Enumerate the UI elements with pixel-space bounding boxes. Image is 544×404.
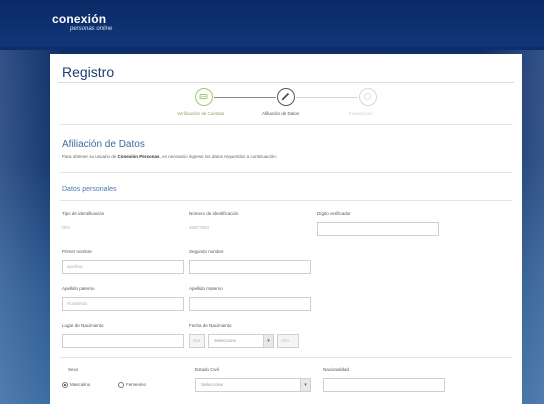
affiliation-title: Afiliación de Datos: [62, 139, 145, 150]
birthdate-year-select[interactable]: Año: [277, 334, 299, 348]
affiliation-divider: [60, 172, 512, 173]
birthdate-month-select[interactable]: Seleccione ▾: [208, 334, 274, 348]
sex-female-label: Femenino: [126, 382, 147, 387]
logo-tagline: personas online: [70, 26, 113, 32]
flag-icon: [364, 93, 371, 100]
birthplace-label: Lugar de Nacimiento: [62, 323, 104, 328]
page-title: Registro: [62, 64, 115, 80]
step-connector-1: [214, 97, 276, 98]
personal-data-title: Datos personales: [62, 186, 117, 193]
logo[interactable]: conexión: [52, 12, 106, 26]
sex-radio-male[interactable]: [62, 382, 68, 388]
affiliation-description: Para obtener su usuario de Conexión Pers…: [62, 154, 277, 159]
nationality-label: Nacionalidad: [323, 367, 350, 372]
chevron-down-icon: ▾: [300, 379, 310, 391]
row-divider: [60, 357, 512, 358]
top-header: conexión personas online: [0, 0, 544, 46]
desc-bold: Conexión Personas: [117, 154, 160, 159]
sex-radio-female[interactable]: [118, 382, 124, 388]
step-2-circle: [277, 88, 295, 106]
step-3-label: Finalización: [349, 111, 373, 116]
stepper-divider: [60, 124, 512, 125]
nationality-input[interactable]: [323, 378, 445, 392]
desc-prefix: Para obtener su usuario de: [62, 154, 118, 159]
first-name-label: Primer nombre: [62, 249, 92, 254]
step-1-label: Verificación de Cuentas: [177, 111, 225, 116]
birthdate-label: Fecha de Nacimiento: [189, 323, 232, 328]
desc-suffix: , es necesario ingrese los datos requeri…: [159, 154, 277, 159]
maternal-surname-input[interactable]: [189, 297, 311, 311]
second-name-label: Segundo nombre: [189, 249, 224, 254]
registration-card: Registro Verificación de Cuentas Afiliac…: [50, 54, 522, 404]
second-name-input[interactable]: [189, 260, 311, 274]
marital-status-label: Estado Civil: [195, 367, 219, 372]
step-2-label: Afiliación de Datos: [262, 111, 300, 116]
pencil-icon: [281, 92, 290, 101]
step-1-circle: [195, 88, 213, 106]
id-type-label: Tipo de identificación: [62, 211, 105, 216]
personal-data-divider: [60, 200, 512, 201]
birthplace-input[interactable]: [62, 334, 184, 348]
id-number-label: Número de identificación: [189, 211, 239, 216]
step-3-circle: [359, 88, 377, 106]
check-digit-label: Dígito verificador: [317, 211, 351, 216]
key-icon: [199, 94, 208, 99]
maternal-surname-label: Apellido materno: [189, 286, 223, 291]
first-name-input[interactable]: apellina: [62, 260, 184, 274]
birthdate-month-value: Seleccione: [214, 338, 237, 343]
marital-status-select[interactable]: Seleccione ▾: [195, 378, 311, 392]
paternal-surname-input[interactable]: Rosalinda: [62, 297, 184, 311]
check-digit-input[interactable]: [317, 222, 439, 236]
birthdate-day-select[interactable]: Día: [189, 334, 205, 348]
title-divider: [58, 82, 514, 83]
chevron-down-icon: ▾: [263, 335, 273, 347]
sex-male-label: Masculino: [70, 382, 91, 387]
step-connector-2: [296, 97, 358, 98]
sex-label: Sexo: [68, 367, 79, 372]
id-type-value: DNI: [62, 225, 70, 230]
marital-status-value: Seleccione: [201, 382, 224, 387]
paternal-surname-label: Apellido paterno: [62, 286, 95, 291]
id-number-value: 40877603: [189, 225, 210, 230]
